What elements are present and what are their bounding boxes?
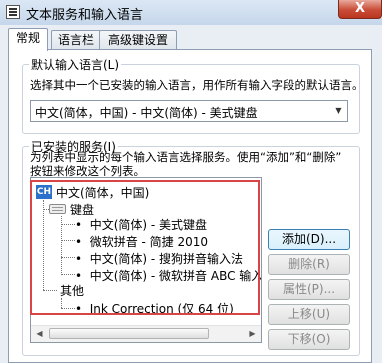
scroll-left-icon[interactable]: ◀ <box>32 327 47 341</box>
remove-button[interactable]: 删除(R) <box>268 254 350 275</box>
properties-button[interactable]: 属性(P)... <box>268 279 350 300</box>
tree-keyboard-label: 中文(简体) - 微软拼音 ABC 输入风 <box>89 269 262 283</box>
scroll-thumb[interactable] <box>49 328 209 339</box>
move-up-button[interactable]: 上移(U) <box>268 304 350 325</box>
tree-keyboard-label: 中文(简体) - 美式键盘 <box>89 218 208 232</box>
tree-other-label: Ink Correction (仅 64 位) <box>89 302 234 316</box>
scroll-right-icon[interactable]: ▶ <box>245 327 260 341</box>
tab-advanced-key-settings[interactable]: 高级键设置 <box>99 30 177 50</box>
dropdown-arrow-icon[interactable]: ▼ <box>330 101 347 121</box>
tab-general[interactable]: 常规 <box>8 28 48 51</box>
tree-connector-line <box>61 240 75 241</box>
window-title: 文本服务和输入语言 <box>26 8 144 23</box>
language-badge: CH <box>36 185 52 199</box>
default-language-description: 选择其中一个已安装的输入语言，用作所有输入字段的默认语言。 <box>30 78 364 92</box>
tree-connector-line <box>61 298 62 308</box>
tree-keyboard-item[interactable]: • 中文(简体) - 搜狗拼音输入法 <box>75 250 243 267</box>
default-language-label: 默认输入语言(L) <box>29 56 122 73</box>
tree-keyboard-item[interactable]: • 微软拼音 - 简捷 2010 <box>75 233 208 250</box>
tree-keyboard-label: 中文(简体) - 搜狗拼音输入法 <box>89 252 244 266</box>
tree-connector-line <box>61 224 75 225</box>
default-language-group <box>22 64 360 134</box>
tab-language-bar[interactable]: 语言栏 <box>51 30 101 50</box>
tree-other-item[interactable]: • Ink Correction (仅 64 位) <box>75 300 234 317</box>
tree-language-node[interactable]: 中文(简体，中国) <box>56 184 149 201</box>
tree-connector-line <box>43 200 44 290</box>
tree-other-group[interactable]: 其他 <box>60 282 84 299</box>
add-button[interactable]: 添加(D)... <box>268 229 350 250</box>
default-language-selected: 中文(简体，中国) - 中文(简体) - 美式键盘 <box>35 106 258 120</box>
tree-connector-line <box>43 290 57 291</box>
keyboard-icon <box>49 204 66 214</box>
tree-keyboard-item[interactable]: • 中文(简体) - 微软拼音 ABC 输入风 <box>75 267 262 284</box>
tree-connector-line <box>61 257 75 258</box>
close-button[interactable]: X <box>338 0 382 19</box>
services-tree[interactable]: CH 中文(简体，中国) 键盘 • 中文(简体) - 美式键盘 • 微软拼音 -… <box>30 177 262 343</box>
tree-keyboard-label: 微软拼音 - 简捷 2010 <box>89 235 209 249</box>
tree-keyboard-item[interactable]: • 中文(简体) - 美式键盘 <box>75 216 207 233</box>
tree-connector-line <box>61 274 75 275</box>
keyboard-app-icon <box>6 5 20 19</box>
tree-horizontal-scrollbar[interactable]: ◀ ▶ <box>31 325 261 342</box>
title-bar: 文本服务和输入语言 X <box>0 0 382 25</box>
move-down-button[interactable]: 下移(O) <box>268 329 350 350</box>
tree-connector-line <box>61 308 75 309</box>
default-language-dropdown[interactable]: 中文(简体，中国) - 中文(简体) - 美式键盘 ▼ <box>30 100 348 122</box>
